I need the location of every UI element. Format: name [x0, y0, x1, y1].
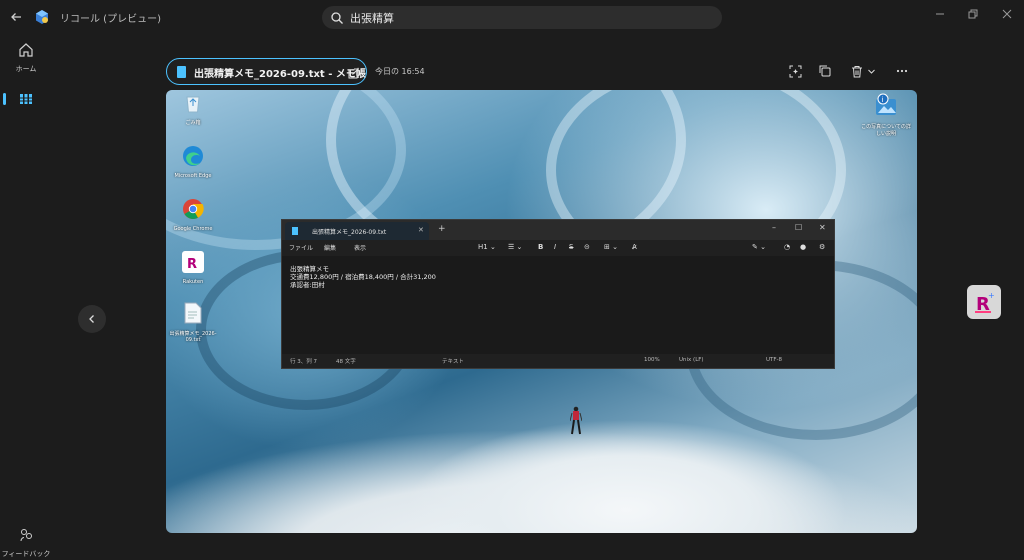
rakuten-app-icon[interactable]: R +: [967, 285, 1001, 319]
delete-button[interactable]: [851, 63, 876, 79]
svg-text:+: +: [988, 291, 995, 300]
timeline-icon: [0, 91, 52, 111]
desktop-icon-label: この写真についての詳しい説明: [861, 124, 911, 137]
notepad-tab-icon: [292, 227, 298, 235]
click-to-do-icon: [789, 65, 802, 77]
rail-feedback-label: フィードバック: [1, 550, 51, 558]
edge-icon: [183, 146, 203, 166]
svg-text:R: R: [187, 257, 197, 272]
desktop-icon-label: Google Chrome: [173, 226, 213, 232]
status-char-count: 48 文字: [336, 359, 356, 365]
notepad-editor[interactable]: 出張精算メモ 交通費12,800円 / 宿泊費18,400円 / 合計31,20…: [282, 256, 834, 354]
title-bar: リコール (プレビュー) 出張精算: [0, 0, 1024, 34]
copilot-icon[interactable]: ◔: [784, 243, 790, 251]
tab-close-icon[interactable]: ✕: [418, 226, 424, 234]
editor-line: 承認者:田村: [290, 281, 325, 289]
notepad-window[interactable]: 出張精算メモ_2026-09.txt ✕ + – ☐ ✕ ファイル 編集 表示 …: [281, 219, 835, 369]
desktop-icon-spotlight[interactable]: i この写真についての詳しい説明: [861, 93, 911, 137]
rakuten-icon: R: [182, 251, 204, 273]
restore-button[interactable]: [964, 9, 982, 25]
notepad-close-icon[interactable]: ✕: [819, 223, 826, 232]
new-tab-plus-icon[interactable]: +: [438, 224, 446, 234]
search-input[interactable]: 出張精算: [350, 10, 394, 26]
status-zoom: 100%: [644, 357, 660, 363]
menu-file[interactable]: ファイル: [289, 243, 313, 252]
more-options-button[interactable]: [896, 63, 908, 79]
menu-view[interactable]: 表示: [354, 243, 366, 252]
notepad-status-bar: 行 3、列 7 48 文字 テキスト 100% Unix (LF) UTF-8: [282, 354, 834, 368]
rail-home[interactable]: ホーム: [0, 42, 52, 74]
close-button[interactable]: [998, 9, 1016, 25]
svg-text:i: i: [882, 96, 884, 104]
notepad-maximize-icon[interactable]: ☐: [795, 223, 802, 232]
status-encoding: UTF-8: [766, 357, 783, 363]
strikethrough-icon[interactable]: S: [569, 243, 573, 251]
search-icon: [330, 10, 344, 24]
chrome-icon: [183, 199, 204, 219]
minimize-button[interactable]: [931, 9, 949, 25]
home-icon: [0, 42, 52, 62]
climber-figure: [569, 406, 583, 438]
desktop-icon-label: 出張精算メモ_2026-09.txt: [169, 331, 217, 343]
clear-format-icon[interactable]: A̷: [632, 243, 637, 251]
rail-timeline[interactable]: [0, 91, 52, 111]
editor-line: 出張精算メモ: [290, 265, 329, 273]
snapshot-app-pill[interactable]: 出張精算メモ_2026-09.txt - メモ帳: [166, 58, 367, 85]
copy-icon: [819, 65, 831, 77]
click-to-do-button[interactable]: [789, 63, 802, 79]
back-arrow-icon[interactable]: [6, 7, 26, 27]
previous-snapshot-button[interactable]: [78, 305, 106, 333]
notepad-icon: [177, 66, 186, 78]
desktop-icon-rakuten[interactable]: R Rakuten: [169, 251, 217, 285]
snapshot-file-title: 出張精算メモ_2026-09.txt - メモ帳: [194, 69, 366, 80]
heading-dropdown[interactable]: H1 ⌄: [478, 243, 496, 251]
menu-edit[interactable]: 編集: [324, 243, 336, 252]
rail-feedback[interactable]: フィードバック: [0, 527, 52, 559]
desktop-icon-text-file[interactable]: 出張精算メモ_2026-09.txt: [169, 302, 217, 343]
trash-icon: [852, 65, 862, 77]
bold-icon[interactable]: B: [538, 243, 543, 251]
account-icon[interactable]: ●: [800, 243, 806, 251]
notepad-minimize-icon[interactable]: –: [772, 223, 776, 232]
table-dropdown-icon[interactable]: ⊞ ⌄: [604, 243, 618, 251]
snapshot-timestamp: 今日の 16:54: [375, 67, 425, 76]
feedback-icon: [0, 527, 52, 547]
desktop-icon-label: Microsoft Edge: [174, 173, 212, 179]
status-format[interactable]: テキスト: [442, 357, 464, 365]
rail-home-label: ホーム: [15, 65, 37, 73]
status-cursor-position: 行 3、列 7: [290, 359, 317, 365]
open-external-icon[interactable]: [347, 65, 359, 79]
desktop-icon-label: ごみ箱: [185, 120, 201, 126]
app-title: リコール (プレビュー): [60, 14, 161, 25]
link-icon[interactable]: ⊝: [584, 243, 590, 251]
copy-button[interactable]: [819, 63, 831, 79]
notepad-tab[interactable]: 出張精算メモ_2026-09.txt ✕: [285, 222, 429, 240]
text-file-icon: [184, 302, 202, 324]
recycle-bin-icon: [186, 96, 200, 113]
search-box[interactable]: 出張精算: [322, 6, 722, 29]
desktop-icon-edge[interactable]: Microsoft Edge: [169, 145, 217, 179]
editor-line: 交通費12,800円 / 宿泊費18,400円 / 合計31,200: [290, 273, 436, 281]
desktop-icon-recycle-bin[interactable]: ごみ箱: [169, 93, 217, 126]
more-icon: [896, 69, 908, 73]
list-dropdown-icon[interactable]: ☰ ⌄: [508, 243, 522, 251]
snapshot-image[interactable]: ごみ箱 Microsoft Edge Google Chrome R Rakut…: [166, 90, 917, 533]
spotlight-info-icon: i: [876, 93, 896, 115]
chevron-left-icon: [89, 315, 94, 323]
notepad-tab-title: 出張精算メモ_2026-09.txt: [312, 229, 387, 236]
status-line-ending: Unix (LF): [679, 357, 704, 363]
notepad-tab-bar: 出張精算メモ_2026-09.txt ✕ + – ☐ ✕: [282, 220, 834, 240]
chevron-down-icon: [868, 69, 875, 74]
italic-icon[interactable]: I: [554, 243, 556, 251]
recall-app-icon: [34, 9, 50, 25]
notepad-menu-bar: ファイル 編集 表示 H1 ⌄ ☰ ⌄ B I S ⊝ ⊞ ⌄ A̷ ✎ ⌄ ◔…: [282, 240, 834, 256]
ai-rewrite-icon[interactable]: ✎ ⌄: [752, 243, 766, 251]
desktop-icon-label: Rakuten: [182, 279, 204, 285]
desktop-icon-chrome[interactable]: Google Chrome: [169, 198, 217, 232]
heading-level: H1: [478, 243, 488, 251]
settings-gear-icon[interactable]: ⚙: [819, 243, 825, 251]
